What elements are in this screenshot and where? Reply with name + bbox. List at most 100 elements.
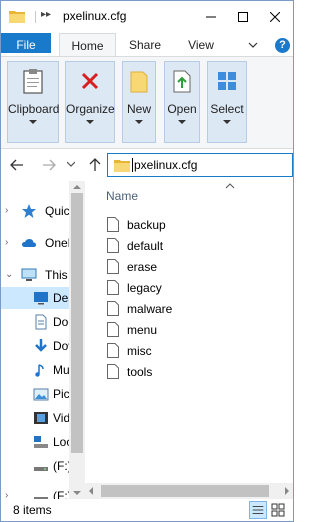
nav-item-drive[interactable]: (F:) xyxy=(1,455,72,477)
collapse-chevron-icon[interactable]: ⌄ xyxy=(5,269,13,280)
file-item[interactable]: menu xyxy=(107,320,227,340)
quick-access-toolbar-chevron-icon[interactable]: ▸▸ xyxy=(41,9,51,20)
folder-icon xyxy=(114,160,130,172)
navigation-pane-scrollbar[interactable] xyxy=(69,181,85,499)
address-bar[interactable]: pxelinux.cfg xyxy=(107,153,293,177)
nav-item-local-disk[interactable]: Local Disk xyxy=(1,431,85,453)
organize-button[interactable]: Organize xyxy=(65,61,115,143)
forward-arrow-icon[interactable] xyxy=(41,157,57,173)
file-icon xyxy=(107,364,119,379)
pictures-icon xyxy=(33,388,49,401)
column-header-name[interactable]: Name xyxy=(106,189,138,203)
tab-share[interactable]: Share xyxy=(123,33,167,57)
clipboard-icon xyxy=(23,69,43,94)
file-name: menu xyxy=(127,323,158,337)
file-name: erase xyxy=(127,260,158,274)
scrollbar-thumb[interactable] xyxy=(101,485,269,497)
collapse-ribbon-icon[interactable] xyxy=(247,39,259,51)
back-arrow-icon[interactable] xyxy=(9,157,25,173)
download-icon xyxy=(35,339,47,352)
file-name: malware xyxy=(127,302,173,316)
address-row: pxelinux.cfg xyxy=(1,149,293,181)
tab-file[interactable]: File xyxy=(1,33,51,53)
dropdown-arrow-icon xyxy=(223,120,231,124)
select-label: Select xyxy=(210,102,244,116)
file-icon xyxy=(107,238,119,253)
close-button[interactable] xyxy=(259,1,291,33)
file-item[interactable]: misc xyxy=(107,341,227,361)
help-icon[interactable]: ? xyxy=(275,38,290,53)
nav-item-videos[interactable]: Videos xyxy=(1,407,85,429)
item-count: 8 items xyxy=(13,503,52,517)
nav-item-quick-access[interactable]: › Quick access xyxy=(1,200,85,222)
new-button[interactable]: New xyxy=(122,61,156,143)
scroll-right-arrow-icon[interactable] xyxy=(285,487,289,495)
recent-locations-chevron-icon[interactable] xyxy=(67,161,75,167)
expand-chevron-icon[interactable]: › xyxy=(5,237,8,248)
tab-home[interactable]: Home xyxy=(59,33,116,57)
music-icon xyxy=(35,364,44,377)
file-item[interactable]: erase xyxy=(107,257,227,277)
scroll-left-arrow-icon[interactable] xyxy=(89,487,93,495)
nav-item-this-pc[interactable]: ⌄ This PC xyxy=(1,264,85,286)
file-item[interactable]: legacy xyxy=(107,278,227,298)
file-list-pane: Name backup default erase legacy malware… xyxy=(85,181,293,499)
new-label: New xyxy=(126,102,151,116)
up-arrow-icon[interactable] xyxy=(87,157,103,173)
nav-item-onedrive[interactable]: › OneDrive xyxy=(1,232,85,254)
dropdown-arrow-icon xyxy=(135,120,143,124)
explorer-window: ▸▸ pxelinux.cfg File Home Share View ? C… xyxy=(0,0,294,522)
organize-label: Organize xyxy=(66,102,115,116)
file-name: misc xyxy=(127,344,152,358)
file-icon xyxy=(107,280,119,295)
open-label: Open xyxy=(167,102,197,116)
file-list-horizontal-scrollbar[interactable] xyxy=(85,483,293,499)
select-grid-icon xyxy=(218,72,236,90)
nav-item-desktop[interactable]: Desktop xyxy=(1,287,85,309)
nav-item-documents[interactable]: Documents xyxy=(1,311,85,333)
window-title: pxelinux.cfg xyxy=(63,9,127,23)
scrollbar-thumb[interactable] xyxy=(71,193,83,453)
file-icon xyxy=(107,217,119,232)
dropdown-arrow-icon xyxy=(29,120,37,124)
expand-chevron-icon[interactable]: › xyxy=(5,205,8,216)
file-item[interactable]: backup xyxy=(107,215,227,235)
file-item[interactable]: default xyxy=(107,236,227,256)
clipboard-button[interactable]: Clipboard xyxy=(7,61,59,143)
cloud-icon xyxy=(22,239,36,247)
file-name: tools xyxy=(127,365,153,379)
file-icon xyxy=(107,343,119,358)
file-name: backup xyxy=(127,218,166,232)
title-separator xyxy=(35,11,36,23)
dropdown-arrow-icon xyxy=(178,120,186,124)
scroll-down-arrow-icon[interactable] xyxy=(73,491,81,495)
file-icon xyxy=(107,301,119,316)
star-icon xyxy=(22,204,36,218)
sort-ascending-icon xyxy=(225,183,235,189)
large-icons-view-icon[interactable] xyxy=(269,501,287,519)
open-button[interactable]: Open xyxy=(164,61,200,143)
scroll-up-arrow-icon[interactable] xyxy=(73,185,81,189)
file-item[interactable]: malware xyxy=(107,299,227,319)
address-path[interactable]: pxelinux.cfg xyxy=(132,158,197,172)
details-view-icon[interactable] xyxy=(249,501,267,519)
folder-icon xyxy=(9,11,25,23)
computer-icon xyxy=(21,268,37,281)
tab-view[interactable]: View xyxy=(179,33,223,57)
open-icon xyxy=(173,70,191,93)
select-button[interactable]: Select xyxy=(207,61,247,143)
nav-item-pictures[interactable]: Pictures xyxy=(1,383,85,405)
file-icon xyxy=(107,322,119,337)
minimize-button[interactable] xyxy=(195,1,227,33)
nav-item-music[interactable]: Music xyxy=(1,359,84,381)
nav-item-drive[interactable]: › (F:) xyxy=(1,485,72,499)
videos-icon xyxy=(34,412,48,424)
drive-icon xyxy=(34,497,48,499)
maximize-button[interactable] xyxy=(227,1,259,33)
close-icon xyxy=(270,12,280,22)
expand-chevron-icon[interactable]: › xyxy=(5,490,8,499)
file-item[interactable]: tools xyxy=(107,362,227,382)
desktop-icon xyxy=(34,292,48,305)
delete-x-icon xyxy=(81,72,99,90)
nav-item-downloads[interactable]: Downloads xyxy=(1,335,85,357)
